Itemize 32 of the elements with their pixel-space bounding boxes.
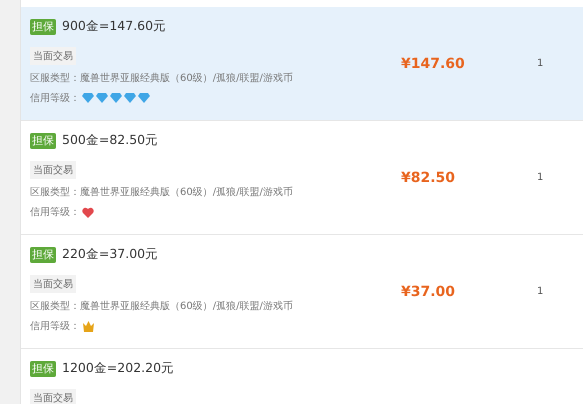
credit-label: 信用等级： (30, 92, 80, 105)
trade-tag: 当面交易 (30, 389, 76, 404)
credit-label: 信用等级： (30, 320, 80, 333)
guarantee-badge: 担保 (30, 132, 56, 148)
listing-title: 1200金=202.20元 (62, 360, 174, 377)
trade-tag: 当面交易 (30, 275, 76, 293)
diamond-icon (124, 93, 136, 103)
guarantee-badge: 担保 (30, 360, 56, 376)
listing-row[interactable]: 担保 900金=147.60元 当面交易 区服类型：魔兽世界亚服经典版（60级）/孤狼/联盟/游戏币 信用等级： ¥147.60 1 (21, 7, 583, 121)
price: ¥37.00 (401, 284, 456, 300)
price: ¥82.50 (401, 170, 456, 186)
quantity: 1 (537, 58, 544, 69)
price: ¥147.60 (401, 56, 466, 72)
trade-tag: 当面交易 (30, 161, 76, 179)
listing-title: 900金=147.60元 (62, 18, 166, 35)
server-type: 区服类型：魔兽世界亚服经典版（60级）/孤狼/联盟/游戏币 (30, 186, 294, 199)
diamond-icon (110, 93, 122, 103)
listing-title: 220金=37.00元 (62, 246, 158, 263)
credit-label: 信用等级： (30, 206, 80, 219)
quantity: 1 (537, 172, 544, 183)
server-type: 区服类型：魔兽世界亚服经典版（60级）/孤狼/联盟/游戏币 (30, 300, 294, 313)
trade-tag: 当面交易 (30, 47, 76, 65)
server-type: 区服类型：魔兽世界亚服经典版（60级）/孤狼/联盟/游戏币 (30, 72, 294, 85)
heart-icon (82, 206, 94, 218)
crown-icon (82, 320, 95, 332)
guarantee-badge: 担保 (30, 246, 56, 262)
guarantee-badge: 担保 (30, 18, 56, 34)
quantity: 1 (537, 286, 544, 297)
diamond-icon (82, 93, 94, 103)
listing-title: 500金=82.50元 (62, 132, 158, 149)
diamond-icon (138, 93, 150, 103)
diamond-icon (96, 93, 108, 103)
